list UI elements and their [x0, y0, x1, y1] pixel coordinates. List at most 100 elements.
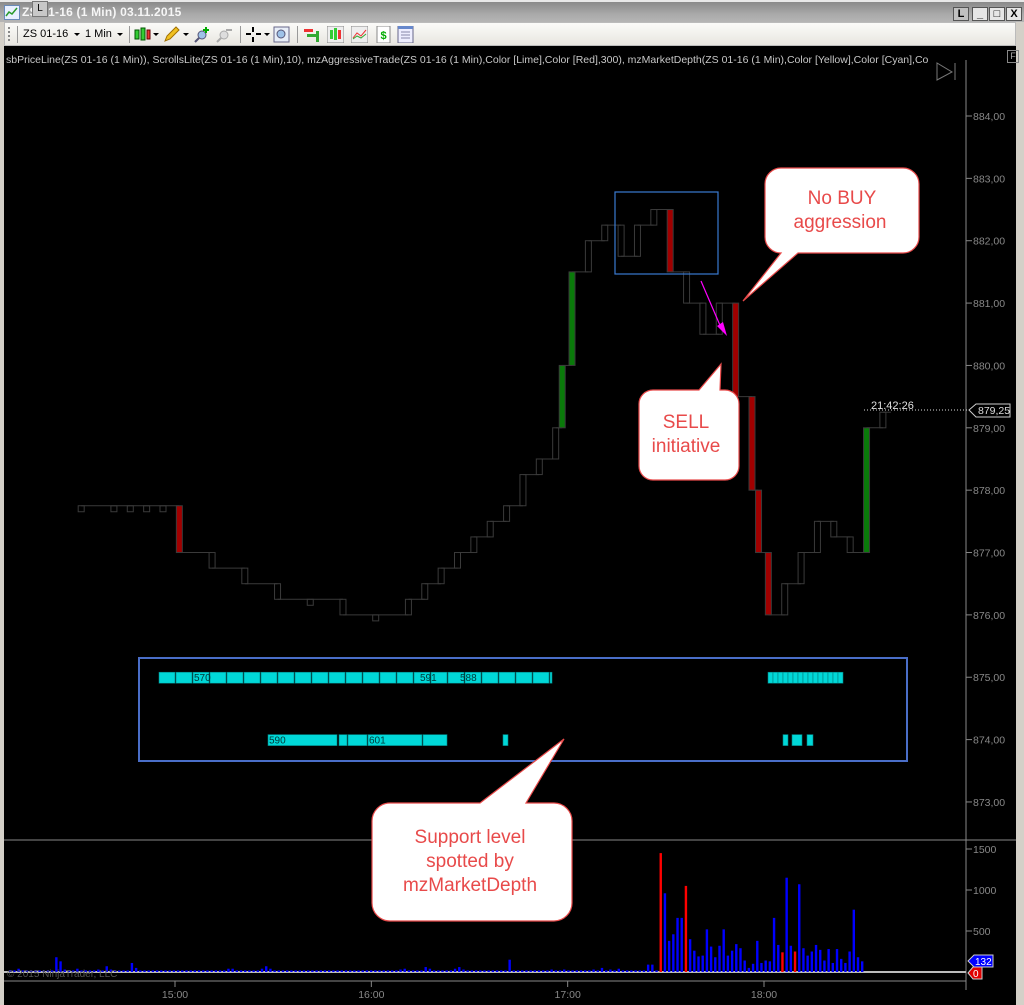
- f-button[interactable]: F: [1007, 50, 1019, 63]
- volume-bar: [747, 967, 751, 972]
- price-bar: [879, 411, 887, 429]
- volume-bar: [722, 929, 725, 972]
- volume-bar: [353, 970, 356, 972]
- volume-bar: [214, 970, 218, 972]
- volume-bar: [772, 917, 776, 972]
- volume-bar: [176, 970, 180, 972]
- volume-bar: [537, 970, 541, 972]
- volume-bar: [848, 951, 851, 972]
- price-tick-label: 883,00: [973, 173, 1005, 185]
- depth-bar: [822, 671, 829, 684]
- depth-bar: [782, 734, 789, 746]
- depth-bar: [807, 671, 814, 684]
- price-tick-label: 879,00: [973, 423, 1005, 435]
- depth-bar: [792, 671, 799, 684]
- volume-bar: [441, 970, 444, 972]
- volume-bar: [768, 961, 772, 972]
- volume-bar: [827, 949, 830, 972]
- volume-bar: [844, 962, 847, 972]
- volume-tick-label: 500: [973, 926, 991, 938]
- depth-bar: [782, 671, 789, 684]
- volume-bar: [294, 970, 297, 972]
- depth-bar: [777, 671, 784, 684]
- volume-bar: [172, 970, 176, 972]
- volume-bar: [684, 885, 688, 972]
- volume-bar: [546, 970, 549, 972]
- chart-svg: 884,00 883,00 882,00 881,00 880,00 879,00 878,…: [4, 60, 1016, 1001]
- volume-bar: [315, 970, 318, 972]
- volume-bar: [739, 948, 742, 972]
- price-bar: [764, 552, 772, 616]
- volume-bar: [655, 970, 658, 972]
- price-bar: [797, 552, 805, 585]
- price-bar: [781, 583, 789, 616]
- volume-bar: [638, 970, 641, 972]
- volume-bar: [751, 963, 755, 972]
- volume-bar: [806, 955, 809, 972]
- volume-bar: [260, 968, 264, 972]
- volume-bar: [726, 955, 730, 972]
- price-bar: [535, 458, 543, 476]
- volume-bar: [521, 970, 524, 972]
- volume-bar: [273, 970, 276, 972]
- volume-bar: [542, 970, 545, 972]
- volume-bar: [625, 970, 629, 972]
- volume-bar: [319, 970, 322, 972]
- volume-bar: [223, 970, 226, 972]
- volume-bar: [613, 970, 616, 972]
- depth-label: 588: [460, 673, 477, 684]
- volume-bar: [311, 970, 314, 972]
- volume-bar: [781, 952, 784, 972]
- volume-bar: [130, 962, 134, 972]
- volume-bar: [449, 970, 453, 972]
- price-bar: [175, 505, 183, 554]
- depth-bar: [294, 671, 312, 684]
- price-bar: [633, 224, 641, 257]
- volume-bar: [819, 949, 822, 972]
- price-bar: [863, 427, 871, 554]
- volume-bar: [365, 970, 369, 972]
- volume-bar: [306, 970, 310, 972]
- depth-bar: [481, 671, 499, 684]
- volume-bar: [856, 957, 860, 972]
- volume-bar: [554, 970, 558, 972]
- volume-bar: [411, 970, 415, 972]
- price-bar: [486, 520, 494, 538]
- volume-bar: [252, 970, 255, 972]
- price-bar: [143, 505, 151, 513]
- volume-bar: [508, 959, 511, 972]
- price-bar: [77, 505, 85, 513]
- volume-bar: [197, 970, 201, 972]
- volume-bar: [575, 970, 579, 972]
- callout-line: aggression: [794, 212, 887, 233]
- volume-bar: [596, 970, 599, 972]
- volume-bar: [332, 970, 335, 972]
- volume-bar: [533, 970, 537, 972]
- volume-bar: [823, 960, 826, 972]
- price-bar: [666, 209, 674, 273]
- volume-bar: [340, 970, 343, 972]
- price-bar: [159, 505, 167, 513]
- volume-bar: [206, 970, 209, 972]
- volume-bar: [395, 970, 398, 972]
- volume-bar: [269, 968, 272, 972]
- volume-bar: [168, 970, 171, 972]
- volume-bar: [760, 962, 763, 972]
- volume-bar: [802, 948, 805, 972]
- volume-bar: [160, 970, 163, 972]
- price-bar: [617, 224, 625, 257]
- depth-bar: [791, 734, 803, 746]
- price-tick-label: 882,00: [973, 236, 1005, 248]
- volume-bar: [609, 969, 612, 972]
- depth-bar: [806, 734, 814, 746]
- volume-bar: [617, 968, 620, 972]
- volume-bar: [210, 970, 213, 972]
- volume-bar: [697, 956, 700, 972]
- volume-bar: [118, 970, 121, 972]
- volume-bar: [558, 970, 562, 972]
- volume-bar: [504, 970, 507, 972]
- volume-bar: [709, 946, 713, 972]
- volume-bar: [852, 909, 856, 972]
- depth-bar: [767, 671, 774, 684]
- volume-bar: [386, 970, 390, 972]
